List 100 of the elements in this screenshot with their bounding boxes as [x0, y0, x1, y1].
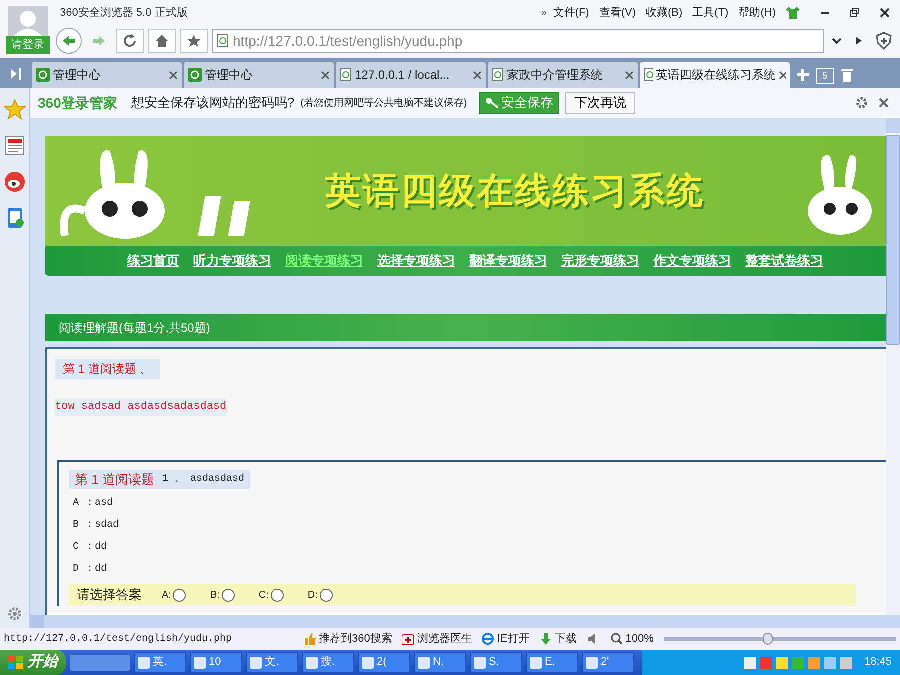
home-button[interactable] — [148, 29, 176, 53]
refresh-button[interactable] — [116, 29, 144, 53]
home-icon — [155, 34, 169, 48]
nav-link[interactable]: 阅读专项练习 — [286, 251, 364, 271]
horizontal-scrollbar[interactable] — [30, 615, 900, 628]
settings-icon — [8, 607, 22, 621]
shirt-icon — [786, 7, 800, 19]
more-button[interactable]: » — [541, 4, 548, 22]
nav-link[interactable]: 翻译专项练习 — [470, 251, 548, 271]
choice-radio[interactable] — [270, 588, 284, 602]
download-button[interactable]: 下载 — [540, 630, 577, 648]
restore-icon — [850, 8, 860, 18]
favorite-button[interactable] — [180, 29, 208, 53]
browser-tab[interactable]: 管理中心 — [184, 62, 334, 88]
trash-icon — [840, 67, 854, 83]
nav-link[interactable]: 选择专项练习 — [378, 251, 456, 271]
zoom-button[interactable]: 100% — [610, 630, 654, 648]
download-icon — [540, 633, 552, 645]
option-text: A ：asd — [72, 496, 114, 511]
triangle-icon — [855, 36, 863, 46]
menu-item[interactable]: 帮助(H) — [738, 4, 776, 22]
choice-radio[interactable] — [320, 588, 333, 602]
window-title: 360安全浏览器 5.0 正式版 — [60, 6, 188, 21]
taskbar-button[interactable]: 2( — [358, 652, 410, 673]
menu-item[interactable]: 文件(F) — [553, 4, 590, 22]
nav-link[interactable]: 整套试卷练习 — [746, 251, 824, 271]
passage-text: tow sadsad asdasdsadasdasd — [55, 399, 227, 416]
taskbar-button[interactable]: 英. — [134, 652, 186, 673]
choice-radio[interactable] — [173, 588, 186, 602]
globe-icon — [482, 633, 494, 645]
plus-icon — [796, 68, 810, 82]
vertical-scrollbar[interactable] — [886, 119, 900, 615]
close-icon — [779, 70, 786, 80]
close-icon — [625, 70, 634, 80]
nav-link[interactable]: 练习首页 — [128, 251, 180, 271]
close-icon — [169, 70, 178, 80]
close-icon — [473, 70, 482, 80]
chevron-down-icon — [832, 37, 842, 45]
newspaper-icon — [4, 135, 26, 157]
browser-tab[interactable]: 英语四级在线练习系统 — [640, 62, 790, 88]
ie-button[interactable]: IE打开 — [482, 630, 530, 648]
thumbs-up-icon — [304, 633, 316, 645]
key-icon — [485, 97, 500, 109]
choice-radio[interactable] — [222, 588, 235, 602]
minimize-icon — [820, 12, 830, 14]
doctor-button[interactable]: 浏览器医生 — [402, 630, 472, 648]
app-icon — [306, 656, 318, 668]
taskbar-button[interactable]: 2' — [582, 652, 634, 673]
windows-logo-icon — [8, 656, 24, 670]
back-button[interactable] — [56, 28, 82, 54]
choice-label: A: — [162, 588, 172, 602]
address-field[interactable]: http://127.0.0.1/test/english/yudu.php — [212, 29, 824, 53]
taskbar-button[interactable]: 文. — [246, 652, 298, 673]
login-button[interactable]: 请登录 — [6, 36, 50, 54]
menu-item[interactable]: 查看(V) — [599, 4, 636, 22]
menu-item[interactable]: 工具(T) — [692, 4, 729, 22]
browser-tab[interactable]: 家政中介管理系统 — [488, 62, 638, 88]
nav-link[interactable]: 作文专项练习 — [654, 251, 732, 271]
option-text: B ：sdad — [72, 518, 120, 533]
shield-icon — [875, 32, 893, 50]
logo-icon — [36, 68, 50, 82]
star-icon — [187, 34, 201, 48]
weibo-button[interactable] — [2, 170, 26, 194]
section-title: 阅读理解题(每题1分,共50题) — [59, 320, 210, 336]
star-icon — [4, 99, 26, 121]
tab-count-button[interactable]: 5 — [816, 68, 834, 84]
option-text: C ：dd — [72, 540, 108, 555]
taskbar-button[interactable]: N. — [414, 652, 466, 673]
magnifier-icon — [610, 633, 623, 645]
taskbar-button[interactable]: 搜. — [302, 652, 354, 673]
nav-link[interactable]: 完形专项练习 — [562, 251, 640, 271]
later-button[interactable]: 下次再说 — [565, 92, 636, 114]
page-icon — [644, 68, 654, 82]
prompt-text: 想安全保存该网站的密码吗? — [131, 94, 295, 112]
browser-tab[interactable]: 管理中心 — [32, 62, 182, 88]
taskbar-button[interactable]: 10 — [190, 652, 242, 673]
status-url: http://127.0.0.1/test/english/yudu.php — [4, 632, 234, 646]
app-icon — [418, 656, 430, 668]
page-icon — [492, 68, 504, 82]
save-button[interactable]: 安全保存 — [479, 92, 560, 114]
app-icon — [474, 656, 486, 668]
settings-icon — [856, 97, 868, 109]
app-icon — [194, 656, 206, 668]
taskbar-button[interactable]: S. — [470, 652, 522, 673]
close-icon — [879, 98, 889, 108]
brand-label: 360登录管家 — [38, 94, 118, 112]
menu-item[interactable]: 收藏(B) — [646, 4, 683, 22]
slider-thumb[interactable] — [763, 633, 774, 645]
settings-button[interactable] — [854, 95, 870, 111]
news-button[interactable] — [2, 134, 26, 158]
close-icon — [321, 70, 330, 80]
nav-link[interactable]: 听力专项练习 — [194, 251, 272, 271]
browser-tab[interactable]: 127.0.0.1 / local... — [336, 62, 486, 88]
recommend-button[interactable]: 推荐到360搜索 — [304, 630, 392, 648]
question-heading: 第 1 道阅读题 — [75, 470, 154, 488]
start-button[interactable]: 开始 — [0, 650, 66, 675]
medical-kit-icon — [402, 633, 414, 645]
app-icon — [362, 656, 374, 668]
app-icon — [138, 656, 150, 668]
taskbar-button[interactable]: E. — [526, 652, 578, 673]
